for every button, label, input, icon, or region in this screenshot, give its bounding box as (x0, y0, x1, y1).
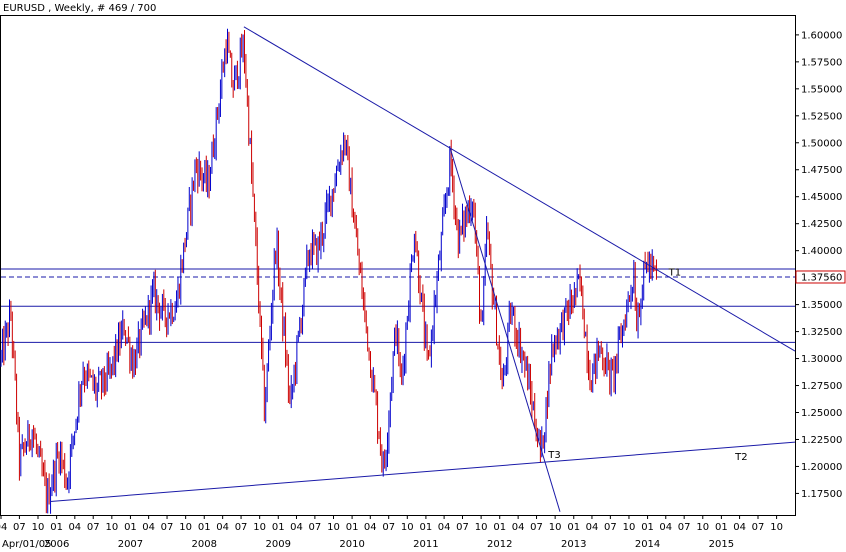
x-tick-label: 07 (13, 522, 26, 533)
y-tick-label: 1.47500 (801, 165, 842, 176)
x-tick-label: 04 (512, 522, 525, 533)
x-tick-label: 10 (549, 522, 562, 533)
x-tick-label: 10 (475, 522, 488, 533)
x-year-label: 2007 (118, 539, 143, 550)
y-tick-label: 1.35000 (801, 300, 842, 311)
x-tick-label: 07 (235, 522, 248, 533)
current-price-label: 1.37560 (801, 272, 842, 283)
y-tick-label: 1.27500 (801, 381, 842, 392)
x-tick-label: 10 (32, 522, 45, 533)
x-tick-label: 10 (623, 522, 636, 533)
x-tick-label: 07 (309, 522, 322, 533)
x-tick-label: 10 (105, 522, 118, 533)
x-tick-label: 01 (641, 522, 654, 533)
x-tick-label: 01 (124, 522, 137, 533)
trendline-label: T2 (734, 452, 747, 463)
x-tick-label: 04 (659, 522, 672, 533)
x-tick-label: 01 (420, 522, 433, 533)
x-tick-label: 10 (327, 522, 340, 533)
y-tick-label: 1.42500 (801, 219, 842, 230)
y-tick-label: 1.22500 (801, 435, 842, 446)
x-tick-label: 01 (567, 522, 580, 533)
x-tick-label: 10 (770, 522, 783, 533)
x-tick-label: 07 (752, 522, 765, 533)
y-tick-label: 1.32500 (801, 327, 842, 338)
x-year-label: 2008 (192, 539, 217, 550)
x-tick-label: 04 (438, 522, 451, 533)
y-axis: 1.17500 1.20000 1.22500 1.25000 1.27500 1.300… (795, 30, 846, 500)
x-tick-label: 01 (715, 522, 728, 533)
chart-window: T1 T2 T3 1.17500 1.20000 1.22500 1.25000 1.275… (0, 0, 846, 552)
x-tick-label: 04 (0, 522, 7, 533)
x-tick-label: 07 (604, 522, 617, 533)
x-tick-label: 10 (179, 522, 192, 533)
x-tick-label: 01 (198, 522, 211, 533)
x-tick-label: 04 (68, 522, 81, 533)
y-tick-label: 1.50000 (801, 138, 842, 149)
trendline-label: T3 (547, 450, 560, 461)
y-tick-label: 1.52500 (801, 111, 842, 122)
x-year-label: 2009 (266, 539, 291, 550)
y-tick-label: 1.45000 (801, 192, 842, 203)
x-tick-label: 07 (87, 522, 100, 533)
chart-title: EURUSD , Weekly, # 469 / 700 (3, 3, 156, 14)
y-tick-label: 1.40000 (801, 246, 842, 257)
x-year-label: 2006 (44, 539, 69, 550)
y-tick-label: 1.30000 (801, 354, 842, 365)
x-tick-label: 01 (493, 522, 506, 533)
x-tick-label: 04 (733, 522, 746, 533)
x-tick-label: 01 (346, 522, 359, 533)
x-tick-label: 10 (696, 522, 709, 533)
x-tick-label: 07 (530, 522, 543, 533)
x-tick-label: 04 (364, 522, 377, 533)
x-tick-label: 07 (161, 522, 174, 533)
x-year-label: 2014 (635, 539, 660, 550)
trendline-label: T1 (668, 267, 681, 278)
eurusd-weekly-chart: T1 T2 T3 1.17500 1.20000 1.22500 1.25000 1.275… (0, 3, 846, 550)
y-tick-label: 1.57500 (801, 57, 842, 68)
x-tick-label: 01 (272, 522, 285, 533)
x-tick-label: 07 (678, 522, 691, 533)
x-tick-label: 07 (456, 522, 469, 533)
y-tick-label: 1.55000 (801, 84, 842, 95)
x-tick-label: 07 (382, 522, 395, 533)
y-tick-label: 1.60000 (801, 30, 842, 41)
x-tick-label: 01 (50, 522, 63, 533)
plot-frame (0, 15, 796, 516)
x-year-label: 2011 (413, 539, 438, 550)
x-year-label: 2013 (561, 539, 586, 550)
x-year-label: 2012 (487, 539, 512, 550)
y-tick-label: 1.20000 (801, 462, 842, 473)
x-year-label: 2010 (339, 539, 364, 550)
x-year-label: 2015 (709, 539, 734, 550)
x-tick-label: 04 (290, 522, 303, 533)
x-tick-label: 04 (142, 522, 155, 533)
x-tick-label: 10 (401, 522, 414, 533)
y-tick-label: 1.25000 (801, 408, 842, 419)
x-tick-label: 04 (216, 522, 229, 533)
x-tick-label: 04 (586, 522, 599, 533)
y-tick-label: 1.17500 (801, 489, 842, 500)
x-axis: 04 07 10 01 04 07 10 01 04 07 10 01 04 07 10 01 04 07 10 01… (0, 515, 783, 550)
x-tick-label: 10 (253, 522, 266, 533)
